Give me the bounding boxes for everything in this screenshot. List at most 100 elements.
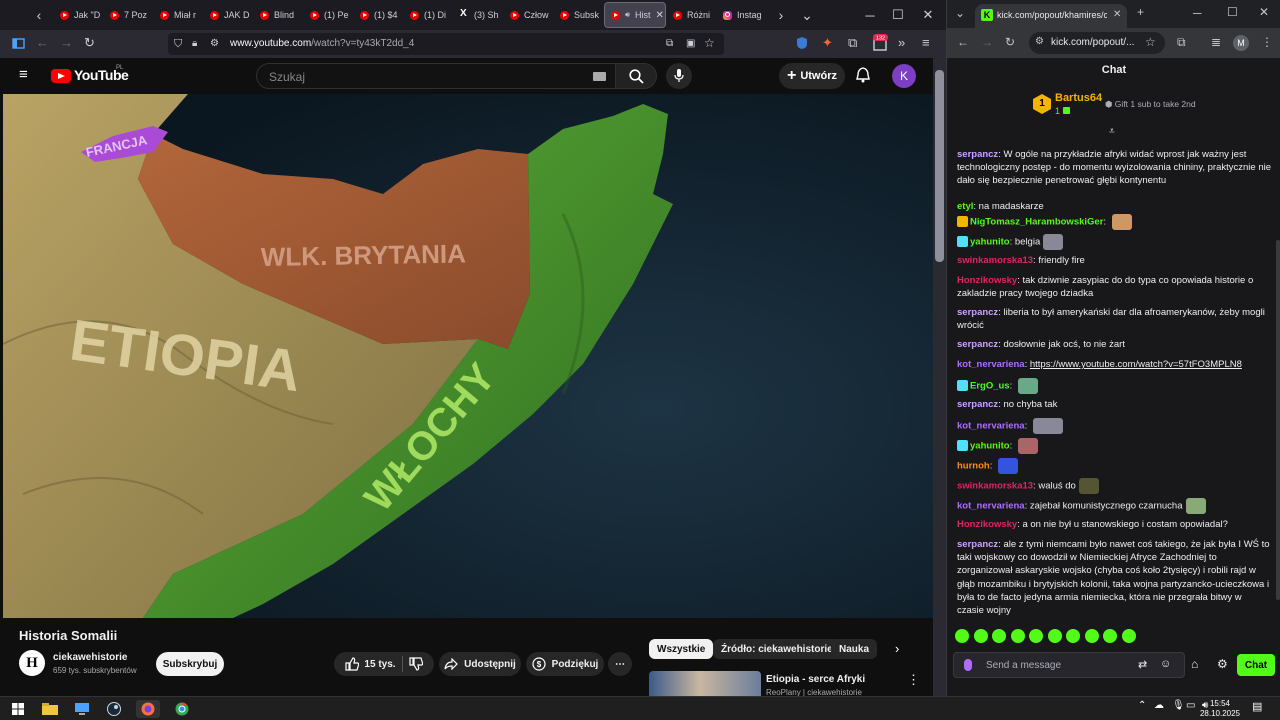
channel-avatar[interactable]: H — [19, 650, 45, 676]
chat-username[interactable]: etyl — [957, 201, 973, 212]
quick-emote-icon[interactable] — [955, 629, 969, 643]
browser-tab[interactable]: Jak "D — [54, 2, 103, 28]
file-explorer-icon[interactable] — [40, 700, 60, 718]
chrome-taskbar-icon[interactable] — [170, 700, 194, 718]
tab-search-icon[interactable]: ⌄ — [955, 6, 965, 20]
translate-icon[interactable]: ⇄ — [1138, 658, 1147, 671]
chrome-tab[interactable]: K kick.com/popout/khamires/chat ✕ — [975, 4, 1127, 28]
recommended-title[interactable]: Etiopia - serce Afryki — [766, 674, 865, 685]
chip-science[interactable]: Nauka — [831, 639, 878, 659]
chat-username[interactable]: swinkamorska13 — [957, 481, 1033, 492]
quick-emote-icon[interactable] — [1084, 629, 1099, 643]
address-bar[interactable]: ⛉ 🔒︎ ⚙ www.youtube.com/watch?v=ty43kT2dd… — [168, 33, 724, 55]
chat-username[interactable]: serpancz — [957, 339, 998, 350]
audio-playing-icon[interactable]: 🔊︎ — [625, 10, 630, 20]
bookmark-star-icon[interactable]: ☆ — [1145, 35, 1156, 49]
microphone-icon[interactable] — [964, 659, 972, 671]
chat-username[interactable]: kot_nervariena — [957, 359, 1025, 370]
chat-username[interactable]: serpancz — [957, 307, 998, 318]
channel-name[interactable]: ciekawehistorie — [53, 652, 127, 663]
lock-icon[interactable]: 🔒︎ — [192, 37, 197, 51]
chip-source[interactable]: Źródło: ciekawehistorie — [713, 639, 841, 659]
steam-icon[interactable] — [104, 700, 124, 718]
microphone-tray-icon[interactable]: 🎙︎ — [1172, 700, 1185, 711]
forward-icon[interactable]: → — [981, 35, 993, 49]
chrome-profile-avatar[interactable]: M — [1233, 35, 1249, 51]
reload-icon[interactable]: ↻ — [84, 36, 95, 50]
notification-center-icon[interactable]: ▤ — [1252, 700, 1262, 713]
screenshot-icon[interactable]: ▣ — [686, 37, 695, 51]
thumbs-down-icon[interactable] — [408, 657, 423, 671]
chat-username[interactable]: serpancz — [957, 539, 998, 550]
chrome-menu-icon[interactable]: ⋮ — [1261, 35, 1273, 49]
page-scrollbar[interactable] — [933, 58, 946, 696]
create-button[interactable]: + Utwórz — [779, 63, 845, 89]
extensions-icon[interactable]: ⧉ — [1177, 35, 1186, 50]
tabs-scroll-left-icon[interactable]: ‹ — [26, 2, 52, 28]
minimize-icon[interactable]: ─ — [1193, 6, 1202, 20]
site-info-icon[interactable]: ⚙ — [1035, 36, 1044, 47]
hamburger-menu-icon[interactable]: ≡ — [19, 67, 28, 82]
browser-tab[interactable]: 🔊︎ Hist ✕ — [604, 2, 666, 28]
tracking-shield-icon[interactable]: ⛉ — [174, 37, 182, 51]
back-icon[interactable]: ← — [36, 36, 49, 50]
start-icon[interactable] — [8, 700, 28, 718]
maximize-icon[interactable]: ☐ — [1227, 5, 1238, 19]
reload-icon[interactable]: ↻ — [1005, 35, 1015, 49]
quick-emote-icon[interactable] — [1010, 629, 1025, 643]
chat-settings-icon[interactable]: ⚙ — [1217, 657, 1228, 671]
recommended-menu-icon[interactable]: ⋮ — [907, 673, 920, 687]
share-button[interactable]: Udostępnij — [439, 652, 521, 676]
notifications-badge-icon[interactable]: 132 — [872, 34, 888, 52]
search-input[interactable]: Szukaj — [256, 63, 624, 89]
extension-shield-icon[interactable] — [796, 36, 808, 50]
close-tab-icon[interactable]: ✕ — [656, 10, 664, 21]
keyboard-icon[interactable] — [593, 72, 606, 81]
picture-in-picture-icon[interactable]: ⧉ — [666, 37, 673, 51]
bookmark-star-icon[interactable]: ☆ — [704, 36, 715, 50]
permissions-icon[interactable]: ⚙ — [210, 37, 219, 51]
pc-icon[interactable] — [72, 700, 92, 718]
chat-username[interactable]: serpancz — [957, 149, 998, 160]
maximize-icon[interactable]: ☐ — [882, 0, 914, 30]
quick-emote-icon[interactable] — [1047, 629, 1062, 643]
browser-tab[interactable]: Subsk — [554, 2, 603, 28]
browser-tab[interactable]: JAK D — [204, 2, 253, 28]
browser-tab[interactable]: (3) Sh — [454, 2, 503, 28]
chat-username[interactable]: serpancz — [957, 399, 998, 410]
browser-tab[interactable]: (1) Pe — [304, 2, 353, 28]
browser-tab[interactable]: 7 Poz — [104, 2, 153, 28]
close-window-icon[interactable]: ✕ — [912, 0, 944, 30]
app-menu-icon[interactable]: ≡ — [922, 36, 930, 50]
video-player[interactable]: FRANCJA WLK. BRYTANIA ETIOPIA WŁOCHY — [3, 94, 933, 618]
browser-tab[interactable]: Różni — [667, 2, 716, 28]
subscribe-button[interactable]: Subskrybuj — [156, 652, 224, 676]
tray-overflow-icon[interactable]: ⌃ — [1138, 700, 1146, 711]
sidebar-toggle-icon[interactable] — [12, 37, 25, 50]
chat-username[interactable]: swinkamorska13 — [957, 255, 1033, 266]
close-tab-icon[interactable]: ✕ — [1113, 9, 1121, 20]
emote-picker-icon[interactable]: ☺ — [1160, 658, 1171, 670]
notifications-bell-icon[interactable] — [856, 67, 870, 83]
chat-scrollbar[interactable] — [1276, 240, 1280, 600]
onedrive-icon[interactable]: ☁ — [1154, 700, 1164, 711]
browser-tab[interactable]: Instag — [717, 2, 766, 28]
search-button[interactable] — [615, 63, 657, 89]
overflow-menu-icon[interactable]: » — [898, 36, 905, 50]
chat-link[interactable]: https://www.youtube.com/watch?v=57tFO3MP… — [1030, 359, 1242, 370]
browser-tab[interactable]: (1) $4 — [354, 2, 403, 28]
chips-next-icon[interactable]: › — [895, 642, 899, 656]
extension-fox-icon[interactable]: ✦ — [822, 36, 833, 50]
chat-username[interactable]: NigTomasz_HarambowskiGer — [970, 217, 1103, 228]
tab-list-dropdown-icon[interactable]: ⌄ — [794, 2, 820, 28]
quick-emote-icon[interactable] — [973, 629, 988, 643]
scrollbar-thumb[interactable] — [935, 70, 944, 262]
top-gifter-name[interactable]: Bartus64 — [1055, 92, 1102, 104]
chat-username[interactable]: ErgO_us — [970, 381, 1010, 392]
recommended-thumbnail[interactable] — [649, 671, 761, 696]
chip-all[interactable]: Wszystkie — [649, 639, 714, 659]
youtube-logo-icon[interactable] — [51, 69, 71, 83]
user-avatar[interactable]: K — [892, 64, 916, 88]
chat-username[interactable]: yahunito — [970, 237, 1010, 248]
extensions-icon[interactable]: ⧉ — [848, 36, 857, 50]
